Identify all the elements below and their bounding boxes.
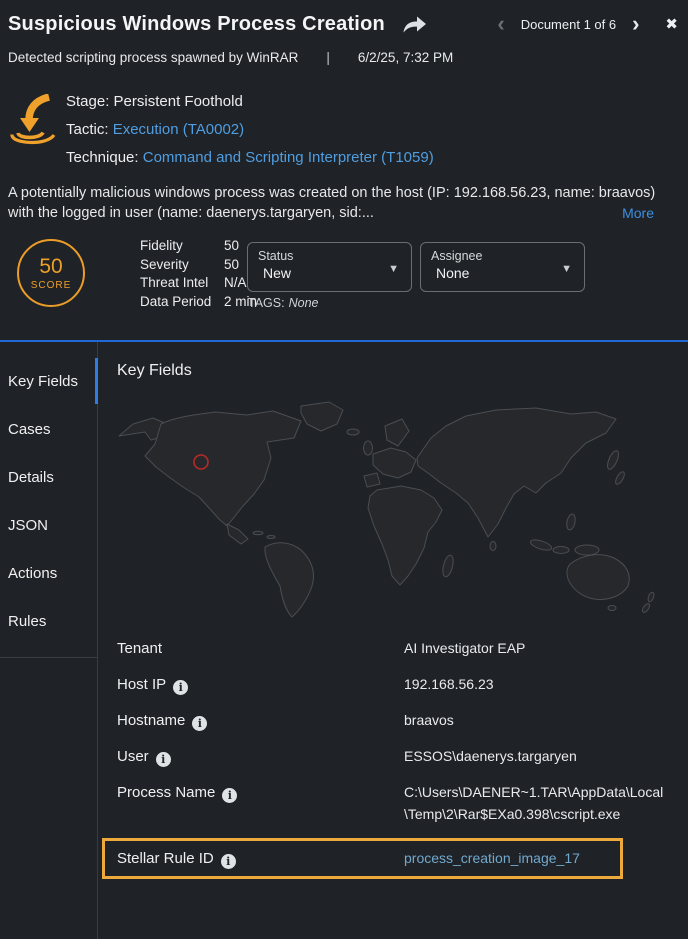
assignee-dropdown-label: Assignee [431, 249, 574, 263]
technique-link[interactable]: Command and Scripting Interpreter (T1059… [143, 149, 434, 166]
info-icon[interactable]: i [221, 854, 236, 869]
assignee-dropdown[interactable]: Assignee None ▼ [420, 242, 585, 292]
info-icon[interactable]: i [173, 680, 188, 695]
next-document-button[interactable]: › [630, 14, 641, 34]
field-label: Process Namei [117, 781, 404, 825]
field-row-process-name: Process Namei C:\Users\DAENER~1.TAR\AppD… [98, 781, 688, 825]
share-icon[interactable] [401, 12, 427, 36]
chevron-down-icon: ▼ [388, 263, 399, 275]
stellar-rule-id-link[interactable]: process_creation_image_17 [404, 850, 580, 866]
status-dropdown-value: New [258, 265, 401, 281]
close-icon[interactable]: ✖ [665, 15, 678, 33]
metric-label: Data Period [140, 293, 224, 312]
description-text: A potentially malicious windows process … [8, 185, 655, 221]
alert-description: A potentially malicious windows process … [8, 183, 680, 223]
field-label: Useri [117, 745, 404, 768]
score-value: 50 [39, 255, 62, 279]
field-row-host-ip: Host IPi 192.168.56.23 [98, 673, 688, 696]
key-fields-panel: Key Fields [98, 342, 688, 939]
tactic-label: Tactic: [66, 121, 109, 138]
sidebar-item-details[interactable]: Details [0, 453, 97, 501]
field-row-user: Useri ESSOS\daenerys.targaryen [98, 745, 688, 768]
metric-label: Threat Intel [140, 274, 224, 293]
field-value: braavos [404, 709, 688, 732]
field-value: C:\Users\DAENER~1.TAR\AppData\Local\Temp… [404, 781, 688, 825]
field-label: Tenant [117, 637, 404, 660]
world-map [115, 398, 672, 618]
status-dropdown[interactable]: Status New ▼ [247, 242, 412, 292]
field-value: ESSOS\daenerys.targaryen [404, 745, 688, 768]
field-row-hostname: Hostnamei braavos [98, 709, 688, 732]
chevron-down-icon: ▼ [561, 263, 572, 275]
tactic-link[interactable]: Execution (TA0002) [113, 121, 244, 138]
sidebar-item-json[interactable]: JSON [0, 501, 97, 549]
field-row-tenant: Tenant AI Investigator EAP [98, 637, 688, 660]
score-label: SCORE [31, 280, 72, 291]
document-navigation: ‹ Document 1 of 6 › ✖ [495, 14, 678, 34]
stage-line: Stage: Persistent Foothold [66, 88, 434, 116]
alert-subtitle: Detected scripting process spawned by Wi… [8, 50, 298, 65]
stage-label: Stage: [66, 93, 109, 110]
sidebar-item-key-fields[interactable]: Key Fields [0, 357, 97, 405]
attack-stage-block: Stage: Persistent Foothold Tactic: Execu… [9, 88, 434, 172]
persistent-foothold-icon [9, 94, 57, 152]
panel-heading: Key Fields [117, 362, 688, 380]
sidebar: Key Fields Cases Details JSON Actions Ru… [0, 342, 98, 939]
metrics-table: Fidelity50 Severity50 Threat IntelN/A Da… [140, 237, 257, 311]
metric-label: Severity [140, 256, 224, 275]
field-value: AI Investigator EAP [404, 637, 688, 660]
prev-document-button[interactable]: ‹ [495, 14, 506, 34]
sidebar-item-cases[interactable]: Cases [0, 405, 97, 453]
tags-value: None [289, 296, 319, 310]
page-title: Suspicious Windows Process Creation [8, 13, 385, 36]
score-badge: 50 SCORE [17, 239, 85, 307]
more-link[interactable]: More [622, 203, 654, 223]
document-counter: Document 1 of 6 [521, 17, 616, 32]
tactic-line: Tactic: Execution (TA0002) [66, 116, 434, 144]
field-label: Stellar Rule IDi [117, 847, 404, 870]
sidebar-divider [0, 657, 97, 658]
subtitle-separator: | [326, 50, 330, 65]
info-icon[interactable]: i [156, 752, 171, 767]
metric-label: Fidelity [140, 237, 224, 256]
assignee-dropdown-value: None [431, 265, 574, 281]
status-dropdown-label: Status [258, 249, 401, 263]
info-icon[interactable]: i [192, 716, 207, 731]
field-value: 192.168.56.23 [404, 673, 688, 696]
field-label: Host IPi [117, 673, 404, 696]
field-label: Hostnamei [117, 709, 404, 732]
key-fields-list: Tenant AI Investigator EAP Host IPi 192.… [98, 637, 688, 879]
sidebar-item-actions[interactable]: Actions [0, 549, 97, 597]
technique-label: Technique: [66, 149, 139, 166]
alert-timestamp: 6/2/25, 7:32 PM [358, 50, 453, 65]
tags-line: TAGS: None [248, 296, 318, 310]
info-icon[interactable]: i [222, 788, 237, 803]
tags-label: TAGS: [248, 296, 285, 310]
field-row-stellar-rule-id-highlighted: Stellar Rule IDi process_creation_image_… [102, 838, 623, 879]
sidebar-item-rules[interactable]: Rules [0, 597, 97, 645]
technique-line: Technique: Command and Scripting Interpr… [66, 144, 434, 172]
stage-value: Persistent Foothold [114, 93, 243, 110]
